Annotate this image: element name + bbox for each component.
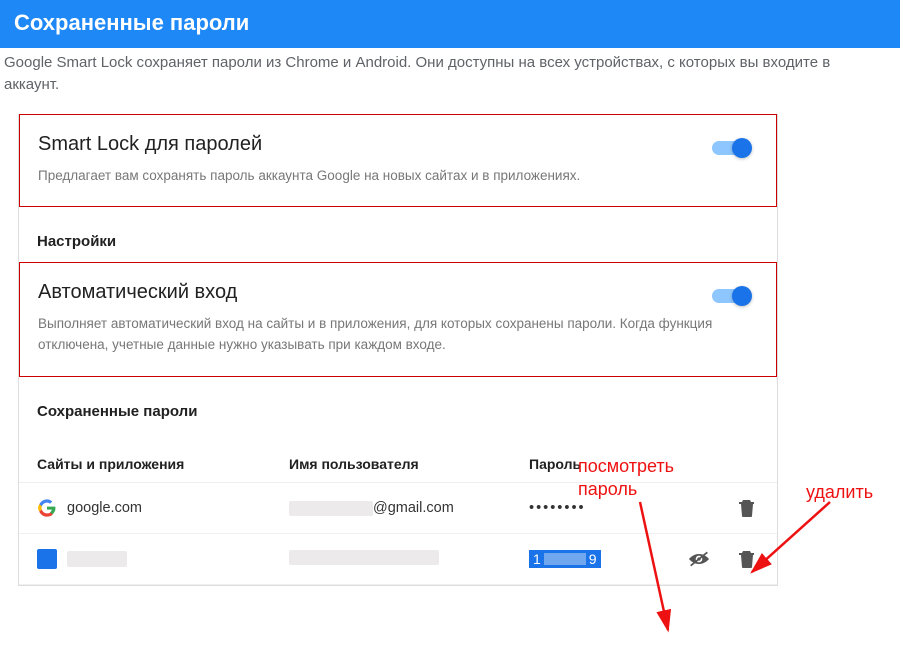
site-cell[interactable]: google.com bbox=[37, 498, 289, 518]
password-cell: 1 9 bbox=[529, 550, 679, 568]
page-header: Сохраненные пароли bbox=[0, 0, 900, 48]
smart-lock-desc: Предлагает вам сохранять пароль аккаунта… bbox=[38, 166, 756, 187]
col-site-header: Сайты и приложения bbox=[37, 456, 289, 472]
toggle-knob bbox=[732, 138, 752, 158]
pass-start: 1 bbox=[533, 551, 541, 567]
smart-lock-toggle[interactable] bbox=[710, 137, 754, 159]
redacted-user bbox=[289, 550, 439, 565]
delete-icon[interactable] bbox=[737, 548, 757, 570]
pass-end: 9 bbox=[589, 551, 597, 567]
google-icon bbox=[37, 498, 57, 518]
auto-signin-title: Автоматический вход bbox=[38, 281, 756, 304]
page-title: Сохраненные пароли bbox=[14, 10, 249, 35]
table-row: 1 9 bbox=[19, 534, 777, 585]
table-row: google.com @gmail.com •••••••• bbox=[19, 483, 777, 534]
annotation-delete: удалить bbox=[806, 482, 873, 503]
col-user-header: Имя пользователя bbox=[289, 456, 529, 472]
redacted-pass-mid bbox=[544, 553, 586, 565]
settings-panel: Smart Lock для паролей Предлагает вам со… bbox=[18, 114, 778, 587]
user-cell: @gmail.com bbox=[289, 500, 529, 516]
toggle-knob bbox=[732, 286, 752, 306]
auto-signin-section: Автоматический вход Выполняет автоматиче… bbox=[19, 262, 777, 377]
site-favicon bbox=[37, 549, 57, 569]
settings-subheader: Настройки bbox=[19, 207, 777, 262]
redacted-user bbox=[289, 501, 373, 516]
redacted-site bbox=[67, 551, 127, 567]
password-cell: •••••••• bbox=[529, 500, 679, 516]
table-headers: Сайты и приложения Имя пользователя Паро… bbox=[19, 432, 777, 483]
auto-signin-toggle[interactable] bbox=[710, 285, 754, 307]
col-pass-header: Пароль bbox=[529, 456, 679, 472]
user-cell bbox=[289, 550, 529, 569]
user-suffix: @gmail.com bbox=[373, 500, 454, 516]
smart-lock-section: Smart Lock для паролей Предлагает вам со… bbox=[19, 114, 777, 208]
saved-passwords-header: Сохраненные пароли bbox=[19, 377, 777, 432]
intro-text: Google Smart Lock сохраняет пароли из Ch… bbox=[0, 48, 860, 114]
delete-icon[interactable] bbox=[737, 497, 757, 519]
eye-off-icon[interactable] bbox=[689, 548, 709, 570]
auto-signin-desc: Выполняет автоматический вход на сайты и… bbox=[38, 314, 756, 356]
site-name: google.com bbox=[67, 500, 142, 516]
smart-lock-title: Smart Lock для паролей bbox=[38, 133, 756, 156]
site-cell[interactable] bbox=[37, 549, 289, 569]
